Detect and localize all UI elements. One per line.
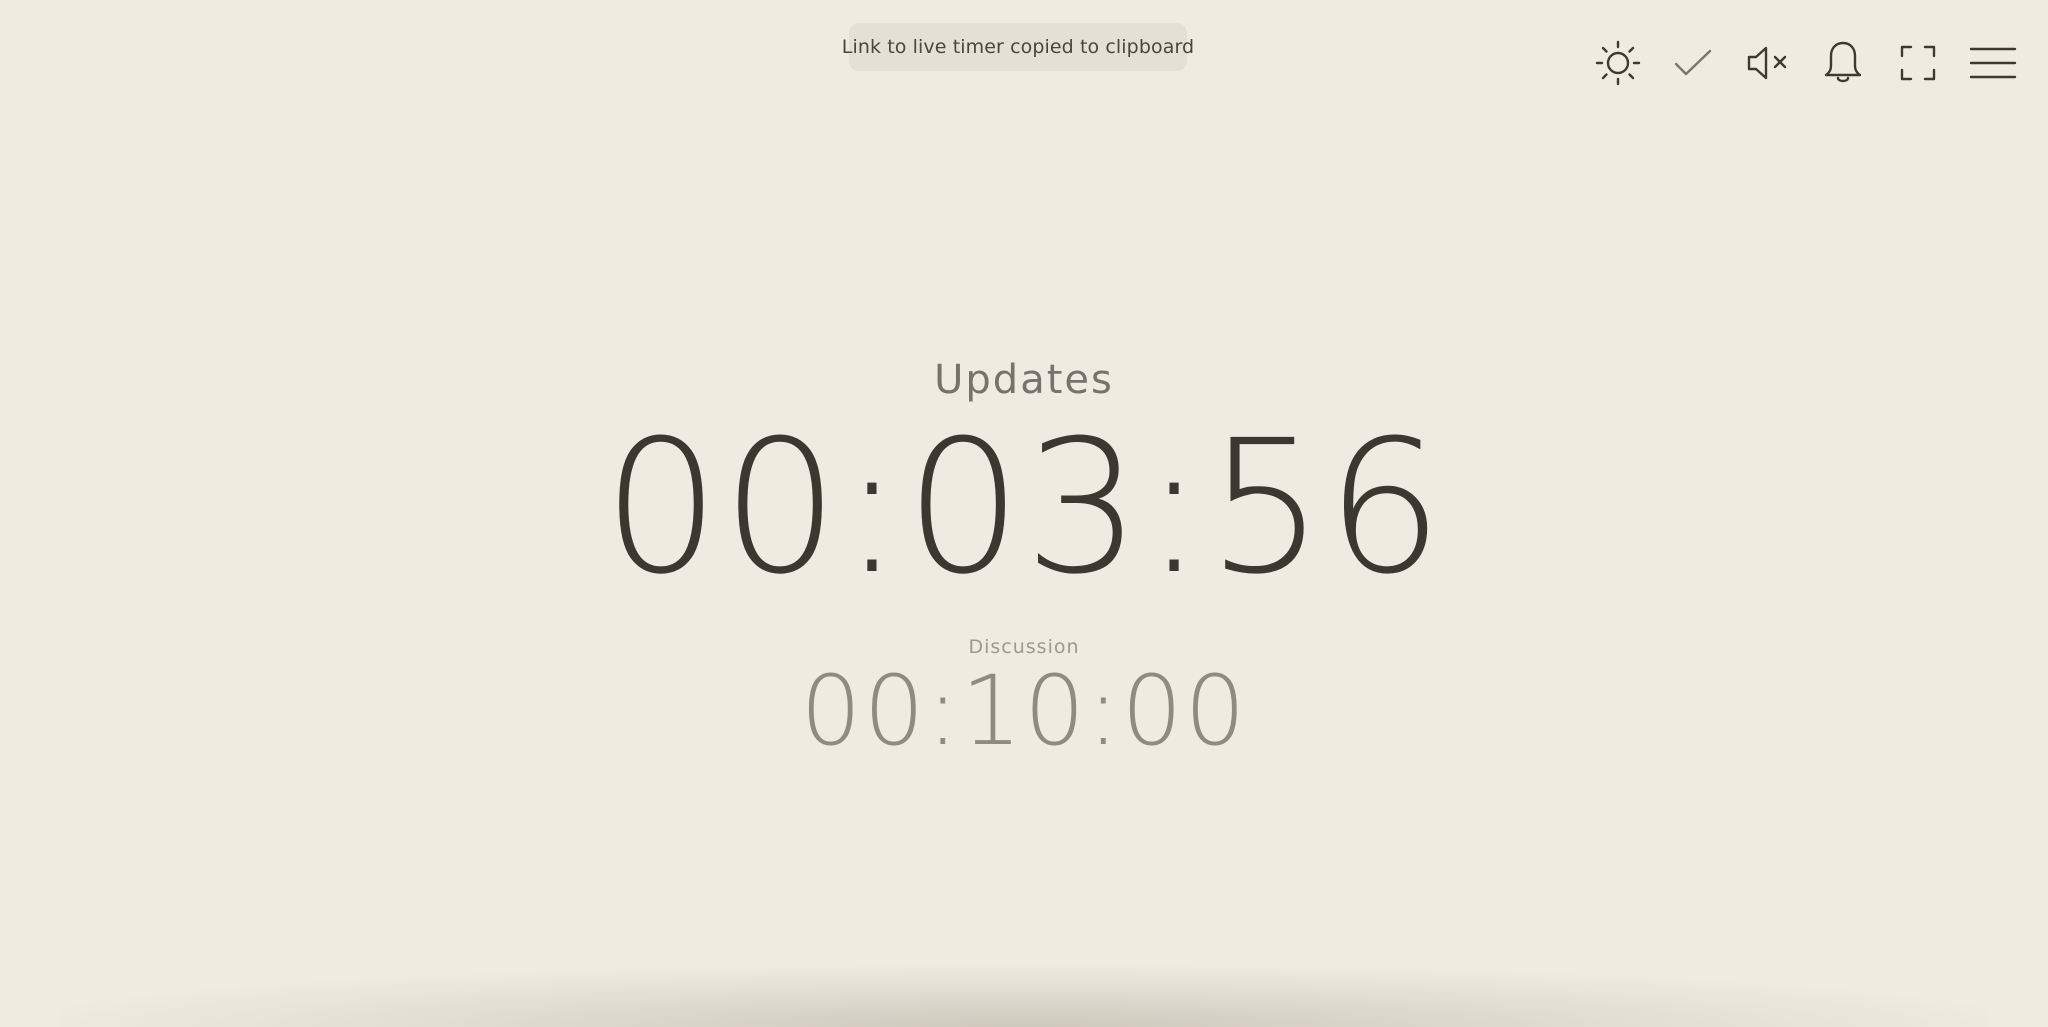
speaker-muted-icon	[1744, 41, 1792, 85]
toast-message: Link to live timer copied to clipboard	[841, 36, 1195, 58]
menu-button[interactable]	[1955, 36, 2030, 90]
check-icon	[1671, 41, 1715, 85]
clipboard-toast: Link to live timer copied to clipboard	[842, 23, 1194, 71]
toolbar	[1580, 36, 2030, 90]
hamburger-menu-icon	[1968, 43, 2018, 83]
sound-toggle-button[interactable]	[1730, 36, 1805, 90]
current-countdown: 00:03:56	[602, 401, 1446, 615]
sun-icon	[1594, 39, 1642, 87]
fullscreen-button[interactable]	[1880, 36, 1955, 90]
current-segment-label: Updates	[934, 357, 1114, 403]
fullscreen-icon	[1898, 43, 1938, 83]
theme-toggle-button[interactable]	[1580, 36, 1655, 90]
next-countdown: 00:10:00	[800, 655, 1248, 767]
timer-display: Updates 00:03:56 Discussion 00:10:00	[0, 360, 2048, 759]
notifications-button[interactable]	[1805, 36, 1880, 90]
bottom-panel-shadow	[60, 967, 1988, 1027]
bell-icon	[1821, 39, 1865, 87]
confirm-button[interactable]	[1655, 36, 1730, 90]
